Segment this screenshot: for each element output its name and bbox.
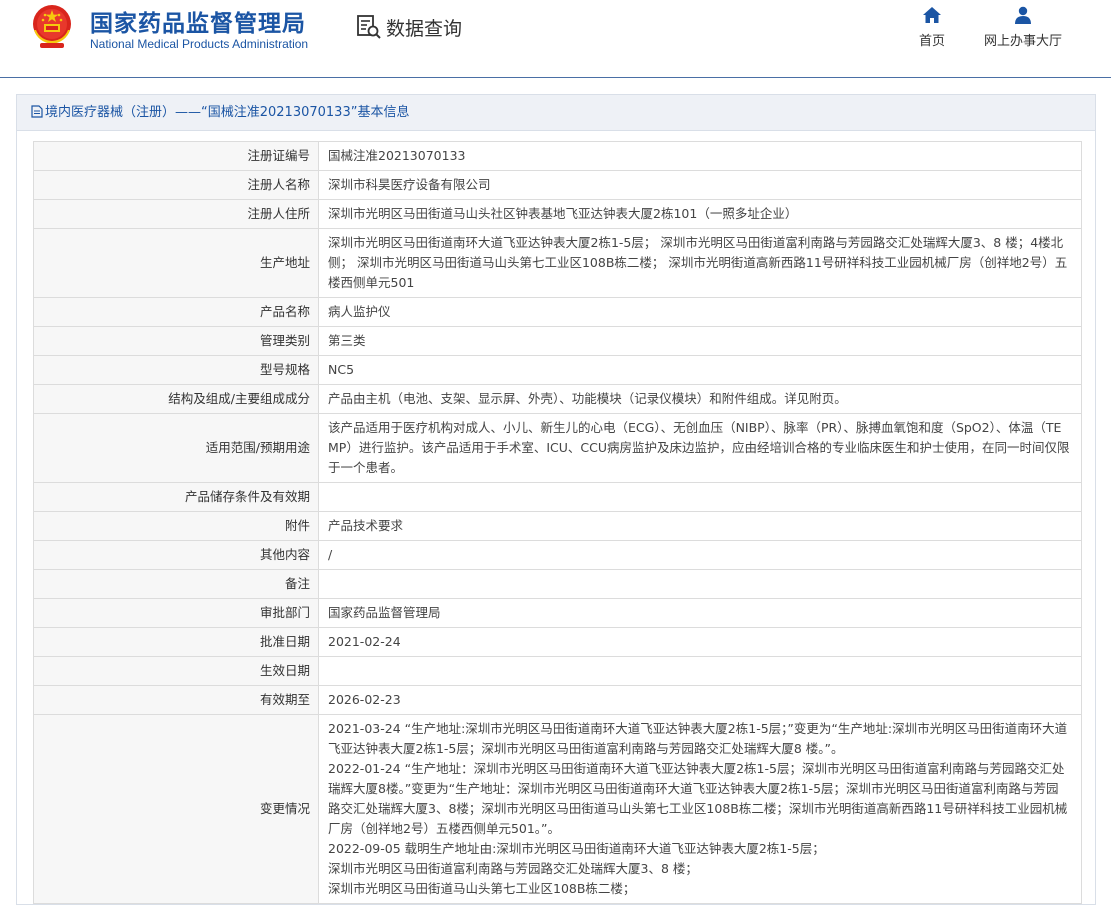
field-value: 国械注准20213070133: [318, 141, 1082, 171]
field-label: 变更情况: [33, 714, 319, 904]
panel-title: 境内医疗器械（注册）——“国械注准20213070133”基本信息: [45, 105, 410, 120]
national-emblem-logo[interactable]: [28, 2, 76, 50]
field-label: 生产地址: [33, 228, 319, 298]
field-value: 深圳市光明区马田街道南环大道飞亚达钟表大厦2栋1-5层； 深圳市光明区马田街道富…: [318, 228, 1082, 298]
field-label: 注册人名称: [33, 170, 319, 200]
table-row: 适用范围/预期用途 该产品适用于医疗机构对成人、小儿、新生儿的心电（ECG）、无创…: [33, 413, 1082, 483]
nav-home-label: 首页: [918, 34, 945, 49]
field-label: 管理类别: [33, 326, 319, 356]
table-row: 备注: [33, 569, 1082, 599]
field-label: 批准日期: [33, 627, 319, 657]
field-value: 第三类: [318, 326, 1082, 356]
nav-online-hall-label: 网上办事大厅: [983, 34, 1062, 49]
field-label: 备注: [33, 569, 319, 599]
data-query-title: 数据查询: [356, 12, 462, 42]
document-icon: [31, 105, 43, 118]
field-label: 审批部门: [33, 598, 319, 628]
search-document-icon: [357, 15, 381, 39]
table-row: 批准日期 2021-02-24: [33, 627, 1082, 657]
field-label: 结构及组成/主要组成成分: [33, 384, 319, 414]
field-value: [318, 656, 1082, 686]
field-value: 深圳市科昊医疗设备有限公司: [318, 170, 1082, 200]
table-row: 变更情况 2021-03-24 “生产地址:深圳市光明区马田街道南环大道飞亚达钟表…: [33, 714, 1082, 904]
field-value: 病人监护仪: [318, 297, 1082, 327]
table-row: 审批部门 国家药品监督管理局: [33, 598, 1082, 628]
field-value: 2021-03-24 “生产地址:深圳市光明区马田街道南环大道飞亚达钟表大厦2栋…: [318, 714, 1082, 904]
brand-name-cn[interactable]: 国家药品监督管理局: [90, 4, 306, 38]
site-header: 国家药品监督管理局 National Medical Products Admi…: [0, 0, 1111, 78]
field-value: 2026-02-23: [318, 685, 1082, 715]
table-row: 有效期至 2026-02-23: [33, 685, 1082, 715]
field-value: 深圳市光明区马田街道马山头社区钟表基地飞亚达钟表大厦2栋101（一照多址企业）: [318, 199, 1082, 229]
data-query-label: 数据查询: [386, 17, 463, 40]
user-icon: [1015, 6, 1031, 24]
table-row: 管理类别 第三类: [33, 326, 1082, 356]
field-label: 注册人住所: [33, 199, 319, 229]
field-value: 产品由主机（电池、支架、显示屏、外壳）、功能模块（记录仪模块）和附件组成。详见附…: [318, 384, 1082, 414]
table-row: 注册证编号 国械注准20213070133: [33, 141, 1082, 171]
field-value: [318, 482, 1082, 512]
panel-title-bar: 境内医疗器械（注册）——“国械注准20213070133”基本信息: [17, 95, 1095, 131]
field-label: 注册证编号: [33, 141, 319, 171]
field-value: /: [318, 540, 1082, 570]
table-row: 型号规格 NC5: [33, 355, 1082, 385]
field-label: 型号规格: [33, 355, 319, 385]
field-value: 产品技术要求: [318, 511, 1082, 541]
field-value: 国家药品监督管理局: [318, 598, 1082, 628]
table-row: 产品名称 病人监护仪: [33, 297, 1082, 327]
field-label: 产品名称: [33, 297, 319, 327]
table-row: 生产地址 深圳市光明区马田街道南环大道飞亚达钟表大厦2栋1-5层； 深圳市光明区马…: [33, 228, 1082, 298]
device-info-table: 注册证编号 国械注准20213070133 注册人名称 深圳市科昊医疗设备有限公司 注册…: [33, 141, 1082, 904]
field-value: 该产品适用于医疗机构对成人、小儿、新生儿的心电（ECG）、无创血压（NIBP）、…: [318, 413, 1082, 483]
field-value: [318, 569, 1082, 599]
field-label: 适用范围/预期用途: [33, 413, 319, 483]
field-label: 产品储存条件及有效期: [33, 482, 319, 512]
table-row: 生效日期: [33, 656, 1082, 686]
brand-name-en[interactable]: National Medical Products Administration: [90, 37, 308, 51]
home-icon: [923, 7, 941, 23]
table-row: 产品储存条件及有效期: [33, 482, 1082, 512]
table-container: 注册证编号 国械注准20213070133 注册人名称 深圳市科昊医疗设备有限公司 注册…: [17, 131, 1095, 904]
table-row: 其他内容 /: [33, 540, 1082, 570]
table-row: 附件 产品技术要求: [33, 511, 1082, 541]
table-row: 注册人名称 深圳市科昊医疗设备有限公司: [33, 170, 1082, 200]
field-label: 有效期至: [33, 685, 319, 715]
field-label: 生效日期: [33, 656, 319, 686]
field-value: 2021-02-24: [318, 627, 1082, 657]
table-row: 结构及组成/主要组成成分 产品由主机（电池、支架、显示屏、外壳）、功能模块（记录仪…: [33, 384, 1082, 414]
field-label: 其他内容: [33, 540, 319, 570]
nav-online-hall-link[interactable]: 网上办事大厅: [978, 6, 1068, 49]
nav-home-link[interactable]: 首页: [887, 6, 977, 49]
table-row: 注册人住所 深圳市光明区马田街道马山头社区钟表基地飞亚达钟表大厦2栋101（一照多…: [33, 199, 1082, 229]
detail-panel: 境内医疗器械（注册）——“国械注准20213070133”基本信息 注册证编号国…: [16, 94, 1096, 905]
field-label: 附件: [33, 511, 319, 541]
field-value: NC5: [318, 355, 1082, 385]
